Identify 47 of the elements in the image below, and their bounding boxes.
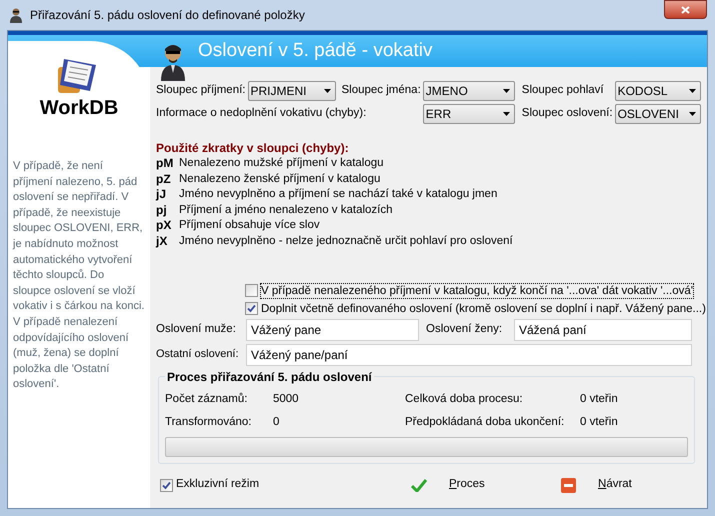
error-code: pX: [156, 218, 172, 234]
stat-value: 0: [272, 414, 280, 430]
stat-value: 5000: [272, 392, 300, 407]
error-description: Nenalezeno ženské příjmení v katalogu: [179, 172, 380, 187]
legend-title: Použité zkratky v sloupci (chyby):: [156, 140, 350, 156]
header-title: Oslovení v 5. pádě - vokativ: [198, 38, 432, 63]
dropdown[interactable]: OSLOVENI: [614, 104, 701, 124]
stat-value: 0 vteřin: [580, 414, 619, 430]
dropdown[interactable]: JMENO: [422, 81, 515, 101]
logo-text: WorkDB: [40, 97, 118, 119]
window-title: Přiřazování 5. pádu oslovení do definované položky: [30, 7, 305, 24]
field-label: Informace o nedoplnění vokativu (chyby):: [156, 106, 368, 122]
error-description: Příjmení a jméno nenalezeno v katalozích: [179, 202, 393, 218]
stat-label: Transformováno:: [165, 414, 252, 430]
error-code: pZ: [156, 172, 172, 188]
error-code: pM: [156, 156, 174, 172]
input-field[interactable]: Vážený pane/paní: [246, 344, 692, 366]
checkbox-label: V případě nenalezeného příjmení v katalogu, když končí na '...ova' dát vokativ '...ová': [261, 284, 693, 298]
help-text: V případě nenalezení odpovídajícího oslovení (muž, žena) se doplní položka dle 'Ostatní oslovení'.: [13, 314, 130, 392]
dropdown[interactable]: ERR: [422, 104, 515, 124]
error-code: jX: [156, 234, 168, 250]
error-description: Jméno nevyplněno a příjmení se nachází také v katalogu jmen: [179, 187, 498, 202]
error-code: pj: [156, 202, 168, 218]
error-description: Příjmení obsahuje více slov: [179, 218, 320, 234]
help-text: V případě, že není příjmení nalezeno, 5. pád oslovení se nepřiřadí. V případě, že neexistuje sloupec OSLOVENI, ERR, je nabídnuto možnost automatického vytvoření těchto sloupců. Do sloupce oslovení se vloží vokativ i s čárkou na konci.: [13, 159, 145, 314]
error-description: Nenalezeno mužské příjmení v katalogu: [179, 156, 384, 171]
checkbox-label: Exkluzivní režim: [176, 477, 260, 492]
checkbox-label: Doplnit včetně definovaného oslovení (kromě oslovení se doplní i např. Vážený pane...): [261, 302, 706, 316]
stat-value: 0 vteřin: [580, 392, 619, 407]
process-button[interactable]: Proces: [399, 472, 549, 498]
input-field[interactable]: Vážený pane: [246, 318, 419, 341]
field-label: Ostatní oslovení:: [156, 347, 240, 362]
input-field[interactable]: Vážená paní: [514, 318, 692, 341]
dropdown[interactable]: KODOSL: [614, 81, 701, 101]
error-description: Jméno nevyplněno - nelze jednoznačně určit pohlaví pro oslovení: [179, 234, 513, 249]
error-code: jJ: [156, 187, 168, 203]
stat-label: Předpokládaná doba ukončení:: [405, 414, 566, 430]
field-label: Sloupec pohlaví: [520, 83, 605, 98]
field-label: Oslovení muže:: [156, 322, 237, 337]
stat-label: Celková doba procesu:: [405, 392, 524, 407]
field-label: Sloupec příjmení:: [156, 83, 246, 98]
field-label: Sloupec jména:: [340, 83, 421, 98]
stat-label: Počet záznamů:: [165, 392, 248, 407]
dropdown[interactable]: PRIJMENI: [248, 81, 336, 101]
back-button[interactable]: Návrat: [549, 472, 699, 498]
field-label: Sloupec oslovení:: [520, 106, 613, 122]
field-label: Oslovení ženy:: [425, 322, 504, 337]
